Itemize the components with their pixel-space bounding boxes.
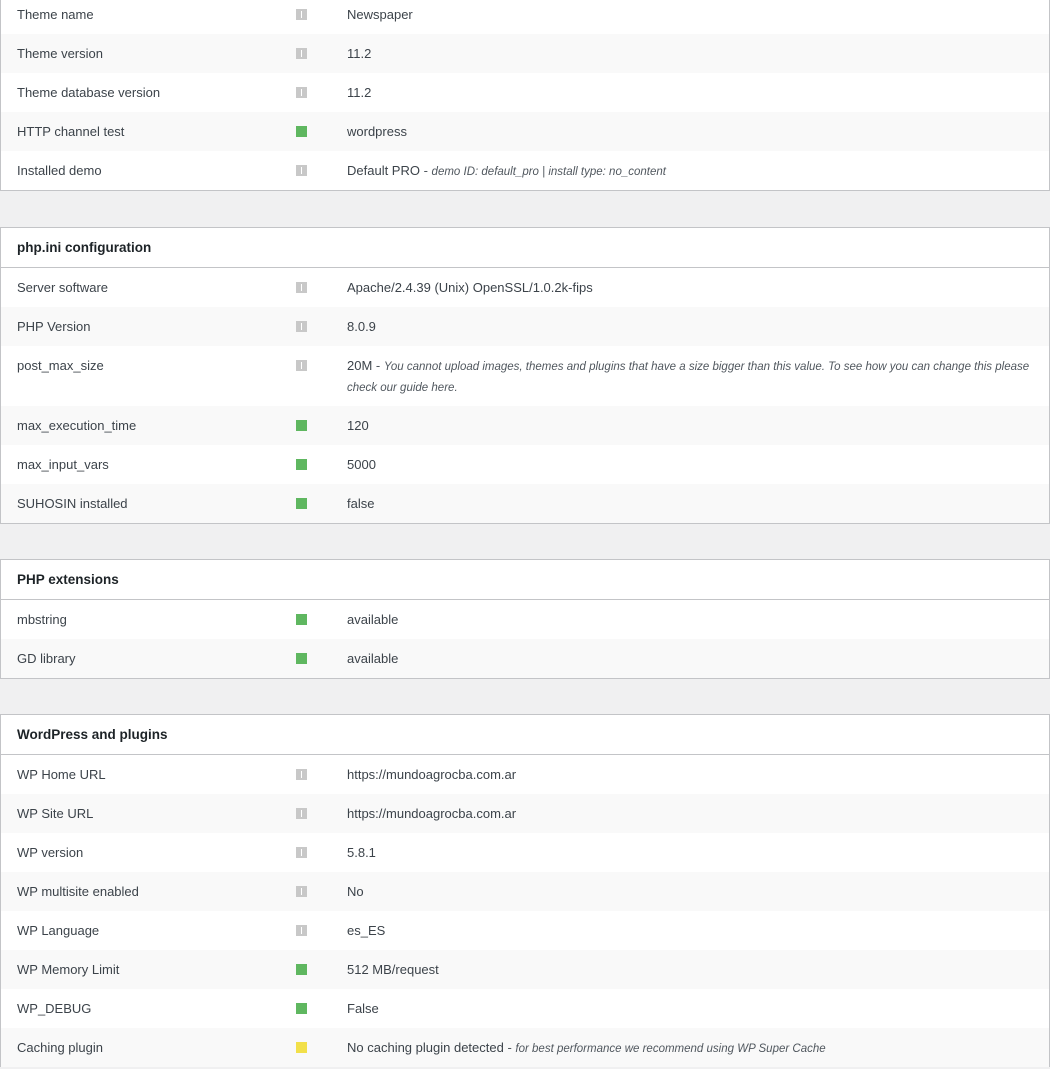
table-row: max_execution_time 120 xyxy=(1,406,1049,445)
table-row: mbstring available xyxy=(1,600,1049,639)
panel-title: php.ini configuration xyxy=(1,228,1049,268)
table-row: Installed demo Default PRO - demo ID: de… xyxy=(1,151,1049,190)
row-value: available xyxy=(347,651,399,666)
row-value: 20M - You cannot upload images, themes a… xyxy=(347,358,1030,394)
phpini-panel: php.ini configuration Server software Ap… xyxy=(0,227,1050,524)
row-value: 5.8.1 xyxy=(347,845,376,860)
row-value: 120 xyxy=(347,418,369,433)
status-ok-icon xyxy=(296,498,307,509)
row-value: available xyxy=(347,612,399,627)
value-note: for best performance we recommend using xyxy=(515,1043,735,1055)
row-value: https://mundoagrocba.com.ar xyxy=(347,806,517,821)
row-value: es_ES xyxy=(347,923,386,938)
status-ok-icon xyxy=(296,1003,307,1014)
row-label: WP multisite enabled xyxy=(17,884,139,899)
info-icon xyxy=(296,321,307,332)
row-label: max_input_vars xyxy=(17,457,109,472)
value-note: demo ID: default_pro | install type: no_… xyxy=(431,166,666,178)
row-label: Installed demo xyxy=(17,163,102,178)
status-ok-icon xyxy=(296,420,307,431)
table-row: HTTP channel test wordpress xyxy=(1,112,1049,151)
value-text: 20M xyxy=(347,358,373,373)
table-row: Caching plugin No caching plugin detecte… xyxy=(1,1028,1049,1067)
guide-link[interactable]: here xyxy=(431,382,454,394)
row-value: No xyxy=(347,884,364,899)
row-value: Newspaper xyxy=(347,7,413,22)
panel-title: PHP extensions xyxy=(1,560,1049,600)
table-row: WP_DEBUG False xyxy=(1,989,1049,1028)
row-label: Caching plugin xyxy=(17,1040,104,1055)
table-row: WP Memory Limit 512 MB/request xyxy=(1,950,1049,989)
row-label: WP_DEBUG xyxy=(17,1001,92,1016)
info-icon xyxy=(296,769,307,780)
panel-title: WordPress and plugins xyxy=(1,715,1049,755)
table-row: WP multisite enabled No xyxy=(1,872,1049,911)
info-icon xyxy=(296,847,307,858)
table-row: WP Home URL https://mundoagrocba.com.ar xyxy=(1,755,1049,794)
row-label: Theme name xyxy=(17,7,94,22)
info-icon xyxy=(296,925,307,936)
status-warning-icon xyxy=(296,1042,307,1053)
table-row: Server software Apache/2.4.39 (Unix) Ope… xyxy=(1,268,1049,307)
row-value: 8.0.9 xyxy=(347,319,376,334)
status-ok-icon xyxy=(296,653,307,664)
row-label: WP Site URL xyxy=(17,806,94,821)
table-row: Theme database version 11.2 xyxy=(1,73,1049,112)
row-value: 11.2 xyxy=(347,46,372,61)
theme-panel: Theme name Newspaper Theme version 11.2 … xyxy=(0,0,1050,191)
info-icon xyxy=(296,808,307,819)
row-value: false xyxy=(347,496,375,511)
row-value: Default PRO - demo ID: default_pro | ins… xyxy=(347,163,666,178)
row-label: SUHOSIN installed xyxy=(17,496,128,511)
row-label: Theme version xyxy=(17,46,103,61)
table-row: WP Language es_ES xyxy=(1,911,1049,950)
wp-super-cache-link[interactable]: WP Super Cache xyxy=(737,1043,825,1055)
extensions-panel: PHP extensions mbstring available GD lib… xyxy=(0,559,1050,679)
row-label: max_execution_time xyxy=(17,418,137,433)
row-label: WP Memory Limit xyxy=(17,962,120,977)
table-row: WP Site URL https://mundoagrocba.com.ar xyxy=(1,794,1049,833)
table-row: Theme version 11.2 xyxy=(1,34,1049,73)
row-value: Apache/2.4.39 (Unix) OpenSSL/1.0.2k-fips xyxy=(347,280,593,295)
row-label: mbstring xyxy=(17,612,67,627)
row-label: WP version xyxy=(17,845,84,860)
status-ok-icon xyxy=(296,964,307,975)
status-ok-icon xyxy=(296,126,307,137)
row-label: post_max_size xyxy=(17,358,104,373)
table-row: Theme name Newspaper xyxy=(1,0,1049,34)
info-icon xyxy=(296,9,307,20)
row-label: GD library xyxy=(17,651,76,666)
table-row: GD library available xyxy=(1,639,1049,678)
row-value: wordpress xyxy=(347,124,407,139)
row-value: 5000 xyxy=(347,457,376,472)
row-value: https://mundoagrocba.com.ar xyxy=(347,767,517,782)
info-icon xyxy=(296,87,307,98)
table-row: post_max_size 20M - You cannot upload im… xyxy=(1,346,1049,406)
info-icon xyxy=(296,360,307,371)
row-value: No caching plugin detected - for best pe… xyxy=(347,1040,826,1055)
value-text: No caching plugin detected xyxy=(347,1040,504,1055)
row-label: PHP Version xyxy=(17,319,91,334)
table-row: WP version 5.8.1 xyxy=(1,833,1049,872)
row-label: Server software xyxy=(17,280,109,295)
table-row: PHP Version 8.0.9 xyxy=(1,307,1049,346)
row-value: 512 MB/request xyxy=(347,962,439,977)
row-value: 11.2 xyxy=(347,85,372,100)
table-row: max_input_vars 5000 xyxy=(1,445,1049,484)
status-ok-icon xyxy=(296,614,307,625)
row-label: HTTP channel test xyxy=(17,124,125,139)
row-label: Theme database version xyxy=(17,85,161,100)
info-icon xyxy=(296,165,307,176)
value-text: Default PRO xyxy=(347,163,420,178)
info-icon xyxy=(296,886,307,897)
row-label: WP Language xyxy=(17,923,100,938)
table-row: SUHOSIN installed false xyxy=(1,484,1049,523)
row-label: WP Home URL xyxy=(17,767,106,782)
row-value: False xyxy=(347,1001,379,1016)
wordpress-panel: WordPress and plugins WP Home URL https:… xyxy=(0,714,1050,1067)
status-ok-icon xyxy=(296,459,307,470)
info-icon xyxy=(296,48,307,59)
info-icon xyxy=(296,282,307,293)
